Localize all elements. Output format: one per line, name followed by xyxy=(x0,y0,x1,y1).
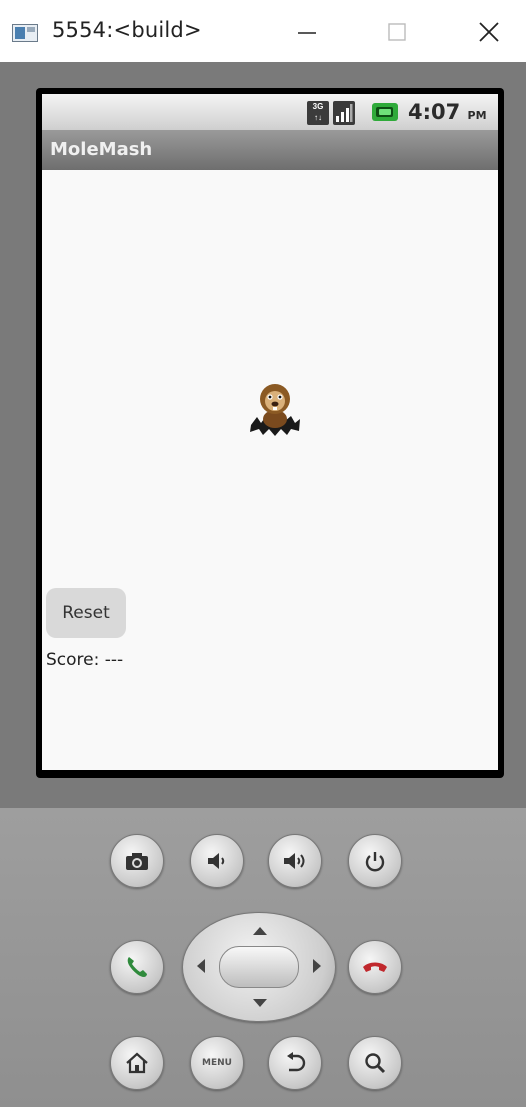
reset-button[interactable]: Reset xyxy=(46,588,126,638)
menu-button[interactable]: MENU xyxy=(190,1036,244,1090)
power-button[interactable] xyxy=(348,834,402,888)
back-icon xyxy=(287,1052,306,1072)
home-icon xyxy=(126,1052,148,1074)
dpad-down-icon[interactable] xyxy=(253,999,267,1007)
camera-icon xyxy=(126,853,148,870)
minimize-button[interactable] xyxy=(282,10,332,54)
status-ampm: PM xyxy=(467,109,487,122)
end-call-icon xyxy=(363,962,387,972)
home-button[interactable] xyxy=(110,1036,164,1090)
mole-sprite[interactable] xyxy=(247,379,303,441)
window-title: 5554:<build> xyxy=(52,18,202,42)
back-button[interactable] xyxy=(268,1036,322,1090)
volume-down-button[interactable] xyxy=(190,834,244,888)
status-clock: 4:07 PM xyxy=(408,100,487,124)
minimize-icon xyxy=(298,32,316,34)
dpad-up-icon[interactable] xyxy=(253,927,267,935)
volume-down-icon xyxy=(208,853,225,869)
end-call-button[interactable] xyxy=(348,940,402,994)
maximize-icon xyxy=(388,23,406,41)
search-icon xyxy=(365,1053,386,1074)
status-time: 4:07 xyxy=(408,100,461,124)
window-titlebar: 5554:<build> xyxy=(0,0,526,62)
network-3g-icon: 3G ↑↓ xyxy=(307,101,329,125)
volume-up-button[interactable] xyxy=(268,834,322,888)
emulator-window-icon xyxy=(12,24,38,42)
search-button[interactable] xyxy=(348,1036,402,1090)
network-label: 3G xyxy=(312,102,324,111)
volume-up-icon xyxy=(284,853,305,869)
dpad-right-icon[interactable] xyxy=(313,959,321,973)
dpad-center-button[interactable] xyxy=(219,946,299,988)
device-screen: 3G ↑↓ 4:07 PM MoleMash Reset Score: --- xyxy=(42,94,498,770)
close-icon xyxy=(479,22,499,42)
call-icon xyxy=(127,957,147,977)
menu-icon: MENU xyxy=(202,1058,232,1068)
app-title-bar: MoleMash xyxy=(42,130,498,170)
android-status-bar: 3G ↑↓ 4:07 PM xyxy=(42,94,498,130)
score-label: Score: --- xyxy=(46,650,124,670)
dpad-left-icon[interactable] xyxy=(197,959,205,973)
signal-icon xyxy=(333,101,355,125)
app-title: MoleMash xyxy=(50,139,153,160)
power-icon xyxy=(365,852,385,872)
maximize-button[interactable] xyxy=(372,10,422,54)
dpad xyxy=(182,912,336,1022)
battery-icon xyxy=(372,103,398,121)
close-button[interactable] xyxy=(464,10,514,54)
camera-button[interactable] xyxy=(110,834,164,888)
call-button[interactable] xyxy=(110,940,164,994)
